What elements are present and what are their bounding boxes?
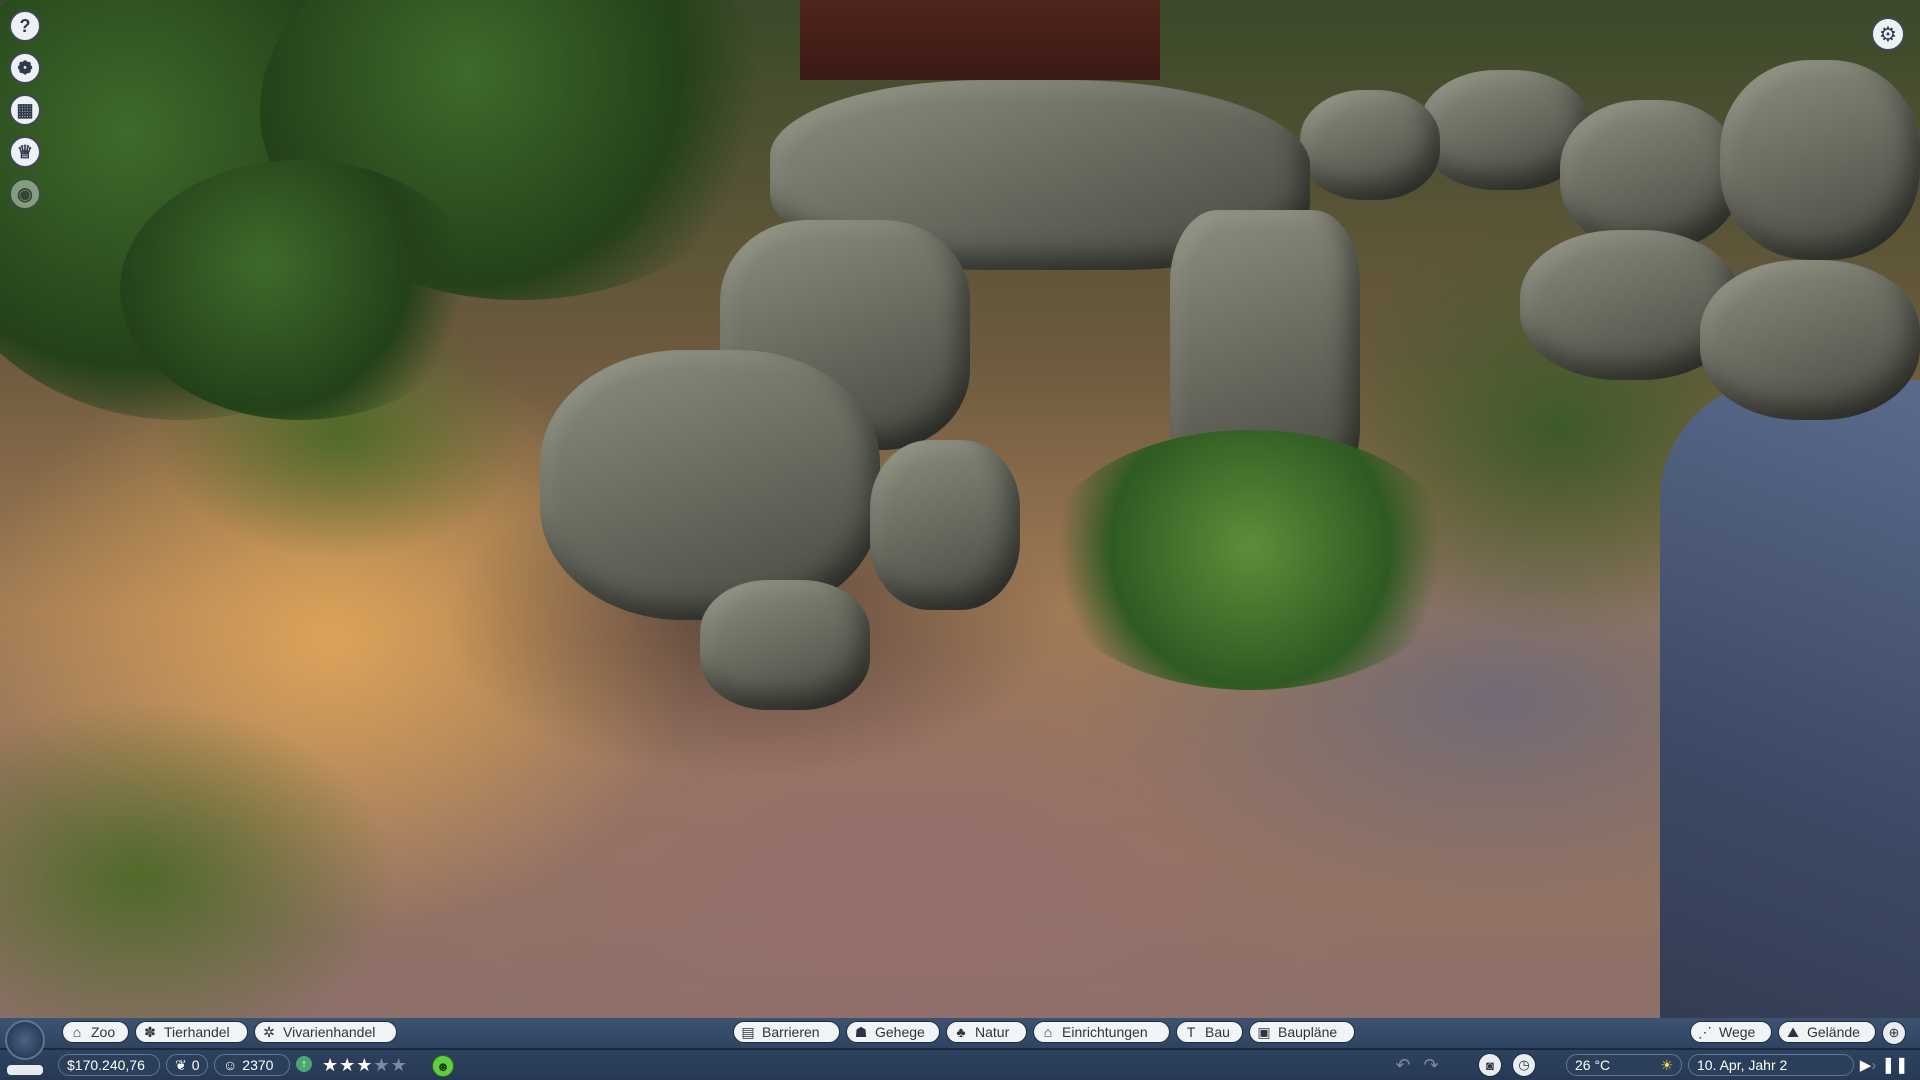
tab-bau-label: Bau xyxy=(1205,1024,1230,1040)
money-value: $170.240,76 xyxy=(67,1057,145,1073)
hud-toggle[interactable] xyxy=(6,1064,44,1076)
gear-icon[interactable]: ⚙ xyxy=(1871,17,1905,51)
star-icon: ★ xyxy=(322,1054,339,1075)
pause-icon[interactable]: ❚❚ xyxy=(1882,1054,1909,1076)
fern-plant[interactable] xyxy=(1040,430,1460,690)
tab-natur-label: Natur xyxy=(975,1024,1010,1040)
water-pond[interactable] xyxy=(1660,380,1920,1018)
boulder xyxy=(1720,60,1920,260)
tab-einrichtungen[interactable]: ⌂ Einrichtungen xyxy=(1033,1021,1170,1043)
temperature-display[interactable]: 26 °C ☀ xyxy=(1566,1054,1682,1076)
path-icon: ⋰ xyxy=(1698,1023,1712,1040)
dolmen-boulder[interactable] xyxy=(700,580,870,710)
tab-gelaende-label: Gelände xyxy=(1807,1024,1860,1040)
tab-vivarienhandel-label: Vivarienhandel xyxy=(283,1024,376,1040)
boulder xyxy=(1560,100,1740,250)
date-display[interactable]: 10. Apr, Jahr 2 xyxy=(1688,1054,1854,1076)
tab-bau[interactable]: T Bau xyxy=(1176,1021,1243,1043)
date-value: 10. Apr, Jahr 2 xyxy=(1697,1057,1788,1073)
guests-value: 2370 xyxy=(242,1057,274,1073)
trophy-icon[interactable]: ♕ xyxy=(9,136,41,168)
tab-wege-label: Wege xyxy=(1719,1024,1756,1040)
boulder xyxy=(1700,260,1920,420)
tab-vivarienhandel[interactable]: ✲ Vivarienhandel xyxy=(254,1021,397,1043)
guest-trend-up-icon: ↑ xyxy=(296,1056,312,1072)
dolmen-boulder[interactable] xyxy=(870,440,1020,610)
zoo-rating-stars[interactable]: ★ ★ ★ ★ ★ xyxy=(322,1054,407,1076)
help-icon[interactable]: ? xyxy=(9,10,41,42)
tree-icon: ♣ xyxy=(956,1024,966,1040)
construction-icon: T xyxy=(1186,1024,1196,1040)
conservation-value: 0 xyxy=(191,1057,200,1073)
star-empty-icon: ★ xyxy=(373,1054,390,1075)
habitat-icon: ☗ xyxy=(854,1023,868,1040)
grass-patch xyxy=(0,700,400,1018)
calendar-icon[interactable]: ▦ xyxy=(9,94,41,126)
barrier-icon: ▤ xyxy=(741,1023,755,1040)
boulder xyxy=(1300,90,1440,200)
camera-icon[interactable]: ◙ xyxy=(1478,1053,1502,1077)
temperature-value: 26 °C xyxy=(1575,1057,1611,1073)
tab-tierhandel[interactable]: ✽ Tierhandel xyxy=(135,1021,248,1043)
redo-icon[interactable]: ↷ xyxy=(1420,1054,1442,1076)
guests-display[interactable]: ☺ 2370 xyxy=(214,1054,290,1076)
tab-barrieren[interactable]: ▤ Barrieren xyxy=(733,1021,840,1043)
blueprint-icon: ▣ xyxy=(1257,1023,1271,1040)
star-icon: ★ xyxy=(356,1054,373,1075)
paw-icon: ✽ xyxy=(144,1023,156,1040)
conservation-display[interactable]: ❦ 0 xyxy=(166,1054,208,1076)
guests-icon: ☺ xyxy=(223,1057,238,1073)
game-viewport[interactable] xyxy=(0,0,1920,1018)
time-icon[interactable]: ◷ xyxy=(1512,1053,1536,1077)
tab-zoo-label: Zoo xyxy=(91,1024,116,1040)
tab-einrichtungen-label: Einrichtungen xyxy=(1062,1024,1148,1040)
star-icon: ★ xyxy=(339,1054,356,1075)
tab-gehege[interactable]: ☗ Gehege xyxy=(846,1021,940,1043)
tab-bauplaene-label: Baupläne xyxy=(1278,1024,1338,1040)
tree-canopy xyxy=(120,160,480,420)
zoo-sign-icon: ⌂ xyxy=(72,1024,82,1040)
building-icon: ⌂ xyxy=(1043,1024,1053,1040)
star-empty-icon: ★ xyxy=(390,1054,407,1075)
camera-mode-icon[interactable]: ⊕ xyxy=(1882,1021,1906,1045)
building-roof xyxy=(800,0,1160,80)
tab-barrieren-label: Barrieren xyxy=(762,1024,820,1040)
money-display[interactable]: $170.240,76 xyxy=(58,1054,160,1076)
zoo-logo-button[interactable] xyxy=(5,1020,45,1060)
guest-happiness-icon[interactable]: ☻ xyxy=(432,1055,454,1077)
tab-bauplaene[interactable]: ▣ Baupläne xyxy=(1249,1021,1355,1043)
tab-wege[interactable]: ⋰ Wege xyxy=(1690,1021,1772,1043)
tab-zoo[interactable]: ⌂ Zoo xyxy=(62,1021,129,1043)
leaf-icon: ❦ xyxy=(175,1056,187,1073)
bug-icon: ✲ xyxy=(263,1023,275,1040)
sun-icon: ☀ xyxy=(1660,1056,1673,1073)
eye-icon[interactable]: ◉ xyxy=(9,178,41,210)
terrain-icon: ⛰ xyxy=(1787,1023,1799,1040)
dolmen-boulder[interactable] xyxy=(540,350,880,620)
animal-head-icon[interactable]: ❁ xyxy=(9,52,41,84)
tab-gehege-label: Gehege xyxy=(875,1024,925,1040)
tab-natur[interactable]: ♣ Natur xyxy=(946,1021,1027,1043)
undo-icon[interactable]: ↶ xyxy=(1392,1054,1414,1076)
tab-gelaende[interactable]: ⛰ Gelände xyxy=(1778,1021,1876,1043)
play-speed-icon[interactable]: ▶ › xyxy=(1855,1054,1881,1076)
tab-tierhandel-label: Tierhandel xyxy=(164,1024,230,1040)
